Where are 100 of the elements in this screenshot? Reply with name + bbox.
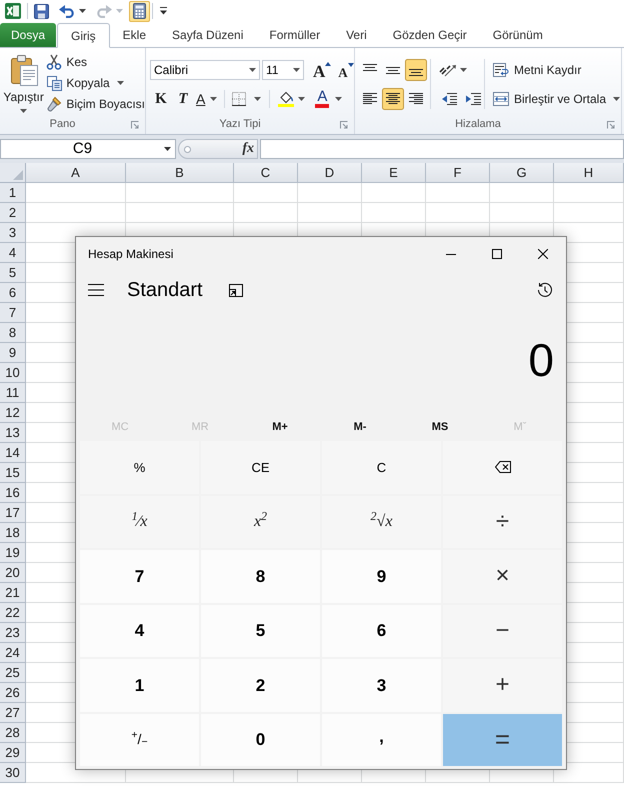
caret-down-icon[interactable] (335, 97, 342, 101)
calculator-icon[interactable] (133, 3, 146, 19)
caret-down-icon[interactable] (164, 147, 171, 151)
row-header[interactable]: 11 (0, 383, 26, 403)
row-header[interactable]: 15 (0, 463, 26, 483)
grow-font-button[interactable]: A (313, 60, 332, 80)
font-size-field[interactable]: 11 (262, 60, 304, 80)
close-icon[interactable] (538, 249, 548, 259)
caret-down-icon[interactable] (249, 68, 256, 72)
paste-button[interactable]: Yapıştır (3, 51, 44, 113)
orientation-icon[interactable] (439, 63, 457, 77)
digit-key[interactable]: 8 (201, 550, 320, 602)
caret-down-icon[interactable] (116, 80, 124, 84)
toolbar-button[interactable] (129, 0, 150, 22)
font-color-button[interactable]: A (315, 88, 342, 110)
function-key[interactable]: C (322, 441, 441, 494)
align-middle-icon[interactable] (386, 64, 400, 76)
ribbon-tab[interactable]: Ekle (110, 23, 160, 47)
row-header[interactable]: 6 (0, 283, 26, 303)
row-header[interactable]: 8 (0, 323, 26, 343)
italic-button[interactable]: T (172, 88, 194, 110)
underline-button[interactable]: A (196, 88, 218, 110)
ribbon-tab[interactable]: Görünüm (480, 23, 556, 47)
column-header[interactable]: B (126, 163, 234, 183)
file-tab[interactable]: Dosya (0, 23, 56, 47)
caret-down-icon[interactable] (79, 9, 86, 13)
wrap-text-button[interactable]: Metni Kaydır (493, 59, 620, 81)
align-center-icon[interactable] (382, 88, 404, 110)
save-icon[interactable] (34, 4, 49, 18)
row-header[interactable]: 19 (0, 543, 26, 563)
row-header[interactable]: 3 (0, 223, 26, 243)
row-header[interactable]: 5 (0, 263, 26, 283)
decimal-key[interactable]: , (322, 714, 441, 766)
ribbon-tab[interactable]: Veri (333, 23, 380, 47)
row-header[interactable]: 10 (0, 363, 26, 383)
row-header[interactable]: 9 (0, 343, 26, 363)
row-header[interactable]: 27 (0, 703, 26, 723)
decrease-indent-icon[interactable] (441, 93, 457, 105)
column-header[interactable]: A (26, 163, 126, 183)
caret-down-icon[interactable] (613, 97, 620, 101)
digit-key[interactable]: 4 (80, 604, 199, 657)
insert-function-button[interactable]: fx (242, 142, 254, 156)
memory-button[interactable]: M+ (240, 413, 320, 441)
row-header[interactable]: 22 (0, 603, 26, 623)
digit-key[interactable]: 2 (201, 659, 320, 712)
memory-button[interactable]: MS (400, 413, 480, 441)
operator-key[interactable]: ÷ (443, 496, 562, 548)
handle-icon[interactable] (184, 146, 191, 152)
row-header[interactable]: 4 (0, 243, 26, 263)
column-header[interactable]: F (426, 163, 490, 183)
sign-key[interactable]: $^{+}$/$_{−}$ (80, 714, 199, 766)
column-header[interactable]: E (362, 163, 426, 183)
function-key[interactable]: % (80, 441, 199, 494)
border-icon[interactable] (232, 92, 246, 106)
function-key[interactable]: $^{1}$⁄x (80, 496, 199, 548)
caret-down-icon[interactable] (460, 68, 467, 72)
caret-down-icon[interactable] (210, 97, 218, 101)
operator-key[interactable]: + (443, 659, 562, 712)
ribbon-tab[interactable]: Giriş (57, 23, 110, 48)
row-header[interactable]: 14 (0, 443, 26, 463)
formula-input[interactable] (260, 139, 624, 159)
memory-button[interactable]: M- (320, 413, 400, 441)
format-painter-button[interactable]: Biçim Boyacısı (46, 93, 145, 114)
name-box[interactable]: C9 (0, 139, 176, 159)
row-header[interactable]: 7 (0, 303, 26, 323)
increase-indent-icon[interactable] (465, 93, 481, 105)
ribbon-tab[interactable]: Sayfa Düzeni (159, 23, 256, 47)
digit-key[interactable]: 0 (201, 714, 320, 766)
merge-center-button[interactable]: Birleştir ve Ortala (493, 88, 620, 110)
caret-down-icon[interactable] (20, 109, 28, 113)
row-header[interactable]: 23 (0, 623, 26, 643)
digit-key[interactable]: 6 (322, 604, 441, 657)
caret-down-icon[interactable] (254, 97, 262, 101)
history-icon[interactable] (537, 282, 553, 298)
ribbon-tab[interactable]: Gözden Geçir (380, 23, 480, 47)
operator-key[interactable]: − (443, 604, 562, 657)
row-header[interactable]: 25 (0, 663, 26, 683)
row-header[interactable]: 16 (0, 483, 26, 503)
column-header[interactable]: G (490, 163, 554, 183)
column-header[interactable]: D (298, 163, 362, 183)
digit-key[interactable]: 9 (322, 550, 441, 602)
shrink-font-button[interactable]: A (338, 60, 354, 80)
caret-down-icon[interactable] (298, 97, 306, 101)
copy-button[interactable]: Kopyala (46, 72, 145, 93)
row-header[interactable]: 2 (0, 203, 26, 223)
row-header[interactable]: 13 (0, 423, 26, 443)
align-left-icon[interactable] (363, 93, 377, 105)
row-header[interactable]: 21 (0, 583, 26, 603)
excel-icon[interactable] (5, 3, 21, 19)
caret-down-icon[interactable] (293, 68, 300, 72)
row-header[interactable]: 18 (0, 523, 26, 543)
digit-key[interactable]: 5 (201, 604, 320, 657)
dialog-launcher-icon[interactable] (340, 120, 348, 128)
row-header[interactable]: 28 (0, 723, 26, 743)
row-header[interactable]: 20 (0, 563, 26, 583)
row-header[interactable]: 1 (0, 183, 26, 203)
undo-icon[interactable] (59, 4, 75, 18)
customize-toolbar-icon[interactable] (159, 7, 168, 15)
font-name-field[interactable]: Calibri (150, 60, 260, 80)
align-right-icon[interactable] (409, 93, 423, 105)
